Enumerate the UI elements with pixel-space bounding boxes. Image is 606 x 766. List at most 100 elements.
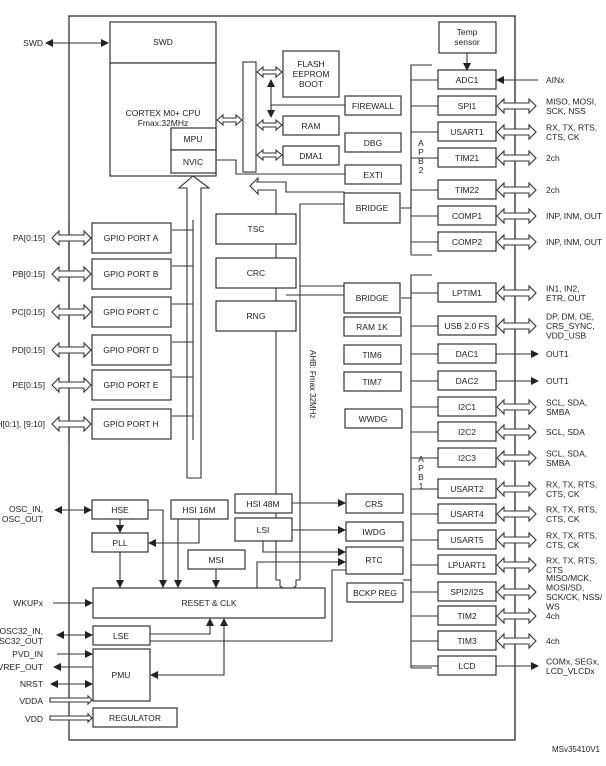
lpuart1-label: LPUART1 [448, 560, 486, 570]
spi2-i2s-label: SPI2/I2S [450, 587, 484, 597]
osc32-out-label: OSC32_OUT [0, 636, 43, 646]
dac1-label: DAC1 [456, 349, 479, 359]
dma-bus-arrow [256, 148, 283, 162]
gpio-port-d-label: GPIO PORT D [103, 345, 158, 355]
usart2-label: USART2 [450, 484, 484, 494]
spi1-label: SPI1 [458, 101, 477, 111]
pmu-label: PMU [112, 670, 131, 680]
gpio-port-e-label: GPIO PORT E [104, 380, 159, 390]
apb1-peripherals: LPTIM1 IN1, IN2,ETR, OUT USB 2.0 FS DP, DM,… [411, 282, 603, 676]
i2c1-io-arrow [496, 398, 537, 416]
wwdg-label: WWDG [359, 414, 388, 424]
gpio-port-h-pins-label: PH[0:1], [9:10] [0, 419, 45, 429]
lse-label: LSE [113, 631, 129, 641]
usart1-signal: RX, TX, RTS, [546, 122, 597, 132]
usart4-signal: CTS, CK [546, 514, 580, 524]
usart5-signal: RX, TX, RTS, [546, 530, 597, 540]
nvic-label: NVIC [183, 157, 203, 167]
tim22-label: TIM22 [455, 185, 479, 195]
gpio-port-b-pins-label: PB[0:15] [12, 269, 45, 279]
gpio-port-b-label: GPIO PORT B [104, 269, 159, 279]
msi-label: MSI [208, 555, 223, 565]
bridge-apb1-label: BRIDGE [356, 293, 389, 303]
usart5-signal: CTS, CK [546, 540, 580, 550]
i2c1-signal: SMBA [546, 407, 570, 417]
osc-out-label: OSC_OUT [2, 514, 43, 524]
hsi16-label: HSI 16M [182, 505, 215, 515]
usb-2-0-fs-signal: VDD_USB [546, 331, 586, 341]
usart4-signal: RX, TX, RTS, [546, 504, 597, 514]
tim21-label: TIM21 [455, 153, 479, 163]
tim22-signal: 2ch [546, 185, 560, 195]
usart5-label: USART5 [450, 535, 484, 545]
iwdg-label: IWDG [362, 527, 385, 537]
i2c3-label: I2C3 [458, 453, 476, 463]
usart4-io-arrow [496, 505, 537, 523]
mpu-label: MPU [184, 134, 203, 144]
lsi-label: LSI [257, 525, 270, 535]
gpio-port-d-pin-arrow [51, 341, 92, 359]
comp1-signal: INP, INM, OUT [546, 211, 602, 221]
lcd-signal: LCD_VLCDx [546, 666, 595, 676]
spi2-i2s-signal: WS [546, 601, 560, 611]
hse-reset-arrow [148, 509, 167, 588]
crc-label: CRC [247, 268, 265, 278]
apb2-peripherals: ADC1 AINx SPI1 MISO, MOSI,SCK, NSS USART1 RX,… [411, 69, 602, 252]
i2c3-signal: SMBA [546, 458, 570, 468]
pvd-in-label: PVD_IN [12, 649, 43, 659]
comp2-io-arrow [496, 233, 537, 251]
usart5-io-arrow [496, 531, 537, 549]
spi2-i2s-signal: MOSI/SD, [546, 582, 584, 592]
lsi-rtc-arrow [262, 541, 346, 556]
figure-id: MSv35410V1 [552, 745, 601, 754]
usart2-signal: RX, TX, RTS, [546, 479, 597, 489]
usart2-io-arrow [496, 480, 537, 498]
apb2-bus [401, 64, 432, 209]
spi1-signal: SCK, NSS [546, 106, 586, 116]
vdd-arrow [49, 712, 93, 724]
gpio-port-c-pins-label: PC[0:15] [12, 307, 45, 317]
tsc-label: TSC [248, 224, 265, 234]
swd-pin-label: SWD [23, 38, 43, 48]
reset-clk-label: RESET & CLK [181, 598, 236, 608]
tim2-signal: 4ch [546, 611, 560, 621]
nrst-label: NRST [20, 679, 43, 689]
gpio-port-h-pin-arrow [51, 415, 92, 433]
tim22-io-arrow [496, 181, 537, 199]
regulator-label: REGULATOR [109, 713, 161, 723]
adc1-label: ADC1 [456, 75, 479, 85]
i2c2-io-arrow [496, 423, 537, 441]
usart1-io-arrow [496, 123, 537, 141]
hsi-pll-arrow [148, 519, 200, 547]
sensor-label: sensor [454, 37, 480, 47]
spi2-i2s-signal: SCK/CK, NSS/ [546, 592, 603, 602]
ahb-label: AHB: Fmax 32MHz [308, 350, 317, 418]
gpio-ports: GPIO PORT A PA[0:15] GPIO PORT B PB[0:15] GP… [0, 222, 193, 440]
firewall-label: FIREWALL [352, 101, 394, 111]
swd-block-label: SWD [153, 37, 173, 47]
usb-2-0-fs-signal: DP, DM, OE, [546, 312, 594, 322]
gpio-port-b-pin-arrow [51, 265, 92, 283]
i2c3-io-arrow [496, 449, 537, 467]
lptim1-io-arrow [496, 284, 537, 302]
dbg-label: DBG [364, 138, 382, 148]
lptim1-signal: ETR, OUT [546, 293, 586, 303]
boot-label: BOOT [299, 79, 323, 89]
spi2-i2s-io-arrow [496, 583, 537, 601]
gpio-port-d-pins-label: PD[0:15] [12, 345, 45, 355]
comp1-io-arrow [496, 207, 537, 225]
tim3-label: TIM3 [457, 636, 477, 646]
osc-in-label: OSC_IN, [9, 504, 43, 514]
bckp-reg-label: BCKP REG [353, 588, 397, 598]
dma-label: DMA1 [299, 151, 323, 161]
vdd-label: VDD [25, 714, 43, 724]
dac1-signal: OUT1 [546, 349, 569, 359]
gpio-port-a-pins-label: PA[0:15] [13, 233, 45, 243]
lpuart1-io-arrow [496, 556, 537, 574]
pll-label: PLL [112, 538, 127, 548]
usart1-label: USART1 [450, 127, 484, 137]
cpu-core: SWD CORTEX M0+ CPU Fmax:32MHz MPU NVIC [109, 21, 217, 177]
i2c2-signal: SCL, SDA [546, 427, 585, 437]
pmu-reset-arrow [150, 618, 228, 679]
lse-reset-arrow [150, 618, 214, 635]
